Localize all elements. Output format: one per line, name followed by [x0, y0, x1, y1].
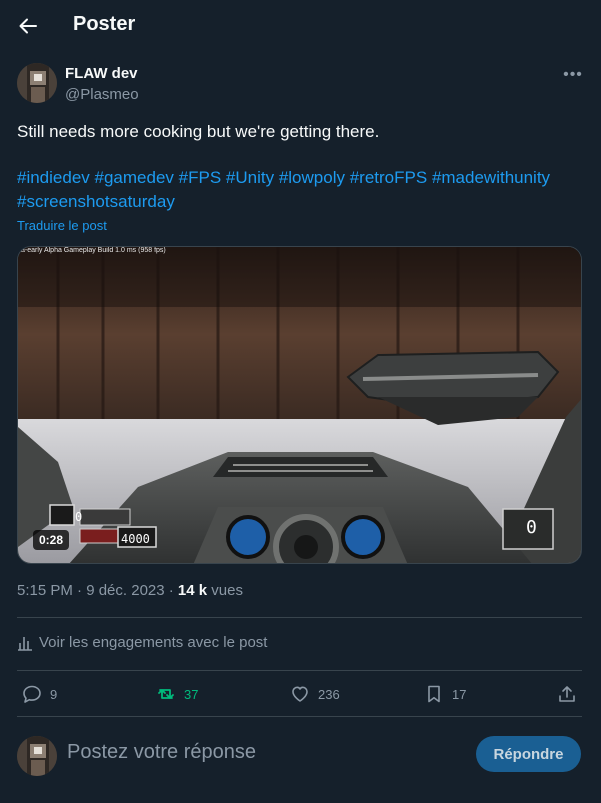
- bookmark-count: 17: [452, 686, 467, 702]
- more-icon: •••: [563, 66, 583, 83]
- divider: [17, 716, 582, 717]
- views-count: 14 k: [177, 582, 208, 599]
- post-hashtags: #indiedev #gamedev #FPS #Unity #lowpoly …: [17, 166, 587, 214]
- hud-ammo-value: 4000: [121, 532, 150, 546]
- share-icon: [559, 686, 575, 702]
- hashtag-link[interactable]: #retroFPS: [350, 168, 427, 187]
- bookmark-icon: [428, 685, 440, 703]
- hud-left-value: 0: [75, 510, 83, 524]
- views-label: vues: [211, 582, 243, 599]
- like-count: 236: [318, 686, 340, 702]
- hashtag-link[interactable]: #Unity: [226, 168, 274, 187]
- engagements-link[interactable]: Voir les engagements avec le post: [17, 634, 267, 651]
- author-handle[interactable]: @Plasmeo: [65, 86, 139, 103]
- repost-action[interactable]: 37: [156, 684, 198, 704]
- author-avatar[interactable]: [17, 63, 57, 103]
- reply-count: 9: [50, 686, 58, 702]
- comment-icon: [23, 685, 41, 703]
- divider: [17, 670, 582, 671]
- video-debug-caption: a-early Alpha Gameplay Build 1.0 ms (958…: [21, 247, 166, 254]
- reply-action[interactable]: 9: [22, 684, 57, 704]
- hashtag-link[interactable]: #indiedev: [17, 168, 90, 187]
- translate-link[interactable]: Traduire le post: [17, 218, 107, 233]
- author-name[interactable]: FLAW dev: [65, 65, 138, 82]
- hashtag-link[interactable]: #lowpoly: [279, 168, 345, 187]
- share-action[interactable]: [557, 684, 577, 704]
- analytics-icon: [18, 636, 32, 651]
- repost-count: 37: [184, 686, 199, 702]
- hashtag-link[interactable]: #gamedev: [95, 168, 174, 187]
- bookmark-action[interactable]: 17: [424, 684, 466, 704]
- hashtag-link[interactable]: #screenshotsaturday: [17, 192, 175, 211]
- engagements-label: Voir les engagements avec le post: [39, 634, 268, 651]
- post-video[interactable]: a-early Alpha Gameplay Build 1.0 ms (958…: [17, 246, 582, 564]
- divider: [17, 617, 582, 618]
- repost-icon: [158, 689, 174, 699]
- video-frame: [18, 247, 581, 563]
- arrow-left-icon: [19, 18, 37, 34]
- more-options-button[interactable]: •••: [563, 65, 583, 85]
- post-text: Still needs more cooking but we're getti…: [17, 122, 380, 141]
- hud-right-value: 0: [526, 517, 537, 538]
- top-bar: Poster: [0, 0, 601, 52]
- back-button[interactable]: [14, 12, 42, 40]
- reply-input[interactable]: Postez votre réponse: [67, 741, 256, 764]
- video-duration: 0:28: [33, 530, 70, 550]
- current-user-avatar[interactable]: [17, 736, 57, 776]
- like-action[interactable]: 236: [290, 684, 340, 704]
- post-time[interactable]: 5:15 PM · 9 déc. 2023 ·: [17, 582, 178, 599]
- reply-button[interactable]: Répondre: [476, 736, 581, 772]
- heart-icon: [292, 686, 308, 702]
- hashtag-link[interactable]: #FPS: [179, 168, 222, 187]
- page-title: Poster: [73, 13, 136, 35]
- hashtag-link[interactable]: #madewithunity: [432, 168, 550, 187]
- post-meta: 5:15 PM · 9 déc. 2023 · 14 k vues: [17, 582, 243, 599]
